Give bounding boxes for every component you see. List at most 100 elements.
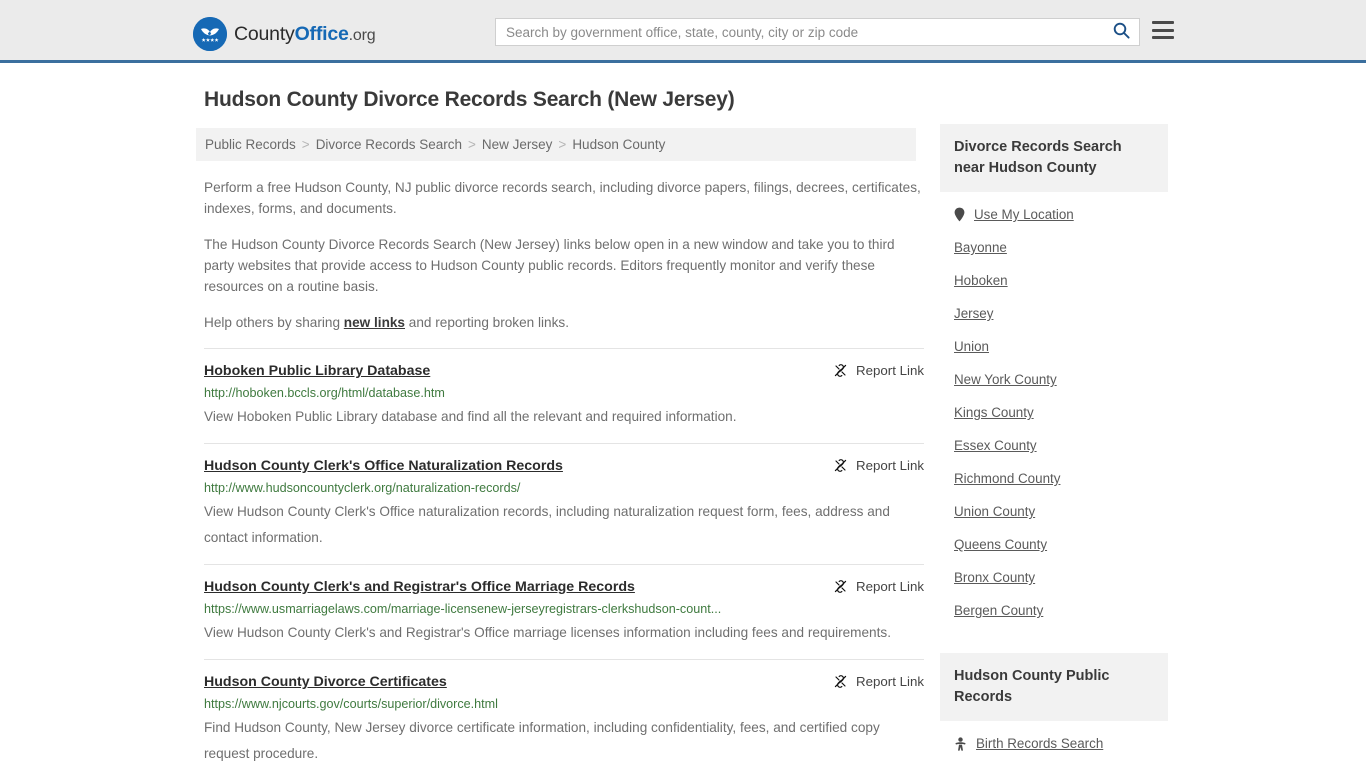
sidebar-item-hoboken[interactable]: Hoboken xyxy=(940,264,1168,297)
intro-p3-before: Help others by sharing xyxy=(204,315,344,330)
breadcrumb: Public Records > Divorce Records Search … xyxy=(196,128,916,161)
intro-section: Perform a free Hudson County, NJ public … xyxy=(204,177,924,333)
results-list: Hoboken Public Library Database Report L… xyxy=(204,348,924,768)
intro-paragraph-1: Perform a free Hudson County, NJ public … xyxy=(204,180,921,216)
sidebar-nearby-heading: Divorce Records Search near Hudson Count… xyxy=(940,124,1168,192)
site-header: CountyOffice.org xyxy=(0,0,1366,63)
sidebar-link[interactable]: Birth Records Search xyxy=(976,736,1103,751)
sidebar-link[interactable]: Bayonne xyxy=(954,240,1007,255)
sidebar-link[interactable]: Union xyxy=(954,339,989,354)
result-header: Hudson County Divorce Certificates Repor… xyxy=(204,673,924,691)
site-logo[interactable]: CountyOffice.org xyxy=(193,17,376,51)
hamburger-bar-2 xyxy=(1152,28,1174,32)
sidebar-link[interactable]: Queens County xyxy=(954,537,1047,552)
site-logo-text: CountyOffice.org xyxy=(234,22,376,46)
report-link-label: Report Link xyxy=(856,363,924,378)
sidebar-item-bayonne[interactable]: Bayonne xyxy=(940,231,1168,264)
hamburger-bar-3 xyxy=(1152,36,1174,39)
brand-part-county: County xyxy=(234,22,295,45)
intro-p3-after: and reporting broken links. xyxy=(405,315,569,330)
sidebar-item-bergen-county[interactable]: Bergen County xyxy=(940,594,1168,627)
result-url: https://www.njcourts.gov/courts/superior… xyxy=(204,697,498,711)
sidebar-link[interactable]: Essex County xyxy=(954,438,1037,453)
result-header: Hudson County Clerk's Office Naturalizat… xyxy=(204,457,924,475)
sidebar-item-new-york-county[interactable]: New York County xyxy=(940,363,1168,396)
sidebar-item-union[interactable]: Union xyxy=(940,330,1168,363)
result-url: http://www.hudsoncountyclerk.org/natural… xyxy=(204,481,521,495)
brand-part-office: Office xyxy=(294,22,349,45)
intro-paragraph-2: The Hudson County Divorce Records Search… xyxy=(204,237,895,294)
report-link-label: Report Link xyxy=(856,674,924,689)
breadcrumb-separator-icon: > xyxy=(301,137,310,152)
sidebar-link[interactable]: Jersey xyxy=(954,306,993,321)
sidebar-link[interactable]: Kings County xyxy=(954,405,1034,420)
report-link-label: Report Link xyxy=(856,458,924,473)
broken-link-icon xyxy=(833,363,848,378)
result-header: Hudson County Clerk's and Registrar's Of… xyxy=(204,578,924,596)
result-item: Hudson County Clerk's and Registrar's Of… xyxy=(204,564,924,659)
search-icon xyxy=(1113,22,1130,42)
result-url: http://hoboken.bccls.org/html/database.h… xyxy=(204,386,445,400)
sidebar-item-bronx-county[interactable]: Bronx County xyxy=(940,561,1168,594)
result-url: https://www.usmarriagelaws.com/marriage-… xyxy=(204,602,722,616)
sidebar-nearby-links: Use My Location Bayonne Hoboken Jersey U… xyxy=(940,192,1168,627)
sidebar-link[interactable]: Hoboken xyxy=(954,273,1008,288)
result-item: Hudson County Clerk's Office Naturalizat… xyxy=(204,443,924,564)
sidebar-item-queens-county[interactable]: Queens County xyxy=(940,528,1168,561)
result-title-link[interactable]: Hudson County Divorce Certificates xyxy=(204,673,819,691)
sidebar-link[interactable]: New York County xyxy=(954,372,1057,387)
breadcrumb-item-divorce-records-search[interactable]: Divorce Records Search xyxy=(316,137,462,152)
search-bar[interactable] xyxy=(495,18,1140,46)
result-description: Find Hudson County, New Jersey divorce c… xyxy=(204,720,880,761)
broken-link-icon xyxy=(833,579,848,594)
result-description: View Hoboken Public Library database and… xyxy=(204,409,737,424)
result-description: View Hudson County Clerk's and Registrar… xyxy=(204,625,891,640)
new-links-link[interactable]: new links xyxy=(344,315,405,330)
hamburger-menu-icon[interactable] xyxy=(1152,21,1174,39)
result-item: Hoboken Public Library Database Report L… xyxy=(204,348,924,443)
report-link-button[interactable]: Report Link xyxy=(833,457,924,473)
baby-icon xyxy=(954,736,967,751)
sidebar-item-use-my-location[interactable]: Use My Location xyxy=(940,198,1168,231)
sidebar-item-jersey[interactable]: Jersey xyxy=(940,297,1168,330)
report-link-button[interactable]: Report Link xyxy=(833,362,924,378)
sidebar-public-records-heading: Hudson County Public Records xyxy=(940,653,1168,721)
sidebar-link[interactable]: Richmond County xyxy=(954,471,1060,486)
breadcrumb-separator-icon: > xyxy=(468,137,476,152)
sidebar-link[interactable]: Union County xyxy=(954,504,1035,519)
report-link-label: Report Link xyxy=(856,579,924,594)
breadcrumb-item-new-jersey[interactable]: New Jersey xyxy=(482,137,553,152)
sidebar-public-records-links: Birth Records Search xyxy=(940,721,1168,760)
search-input[interactable] xyxy=(496,19,1103,45)
report-link-button[interactable]: Report Link xyxy=(833,578,924,594)
intro-paragraph-3: Help others by sharing new links and rep… xyxy=(204,312,924,333)
sidebar: Divorce Records Search near Hudson Count… xyxy=(940,124,1168,760)
broken-link-icon xyxy=(833,458,848,473)
use-my-location-link[interactable]: Use My Location xyxy=(974,207,1074,222)
county-office-emblem-icon xyxy=(193,17,227,51)
sidebar-item-union-county[interactable]: Union County xyxy=(940,495,1168,528)
page-title: Hudson County Divorce Records Search (Ne… xyxy=(204,88,735,111)
report-link-button[interactable]: Report Link xyxy=(833,673,924,689)
hamburger-bar-1 xyxy=(1152,21,1174,24)
sidebar-public-records-block: Hudson County Public Records Birth Recor… xyxy=(940,653,1168,760)
sidebar-item-richmond-county[interactable]: Richmond County xyxy=(940,462,1168,495)
result-title-link[interactable]: Hoboken Public Library Database xyxy=(204,362,819,380)
result-header: Hoboken Public Library Database Report L… xyxy=(204,362,924,380)
sidebar-link[interactable]: Bergen County xyxy=(954,603,1043,618)
sidebar-link[interactable]: Bronx County xyxy=(954,570,1035,585)
result-description: View Hudson County Clerk's Office natura… xyxy=(204,504,890,545)
sidebar-item-essex-county[interactable]: Essex County xyxy=(940,429,1168,462)
result-item: Hudson County Divorce Certificates Repor… xyxy=(204,659,924,768)
brand-part-tld: .org xyxy=(348,26,376,44)
main-content: Hudson County Divorce Records Search (Ne… xyxy=(196,88,924,768)
sidebar-item-birth-records-search[interactable]: Birth Records Search xyxy=(940,727,1168,760)
search-button[interactable] xyxy=(1103,19,1139,45)
map-pin-icon xyxy=(954,207,965,222)
result-title-link[interactable]: Hudson County Clerk's Office Naturalizat… xyxy=(204,457,819,475)
broken-link-icon xyxy=(833,674,848,689)
breadcrumb-item-public-records[interactable]: Public Records xyxy=(205,137,296,152)
breadcrumb-item-hudson-county[interactable]: Hudson County xyxy=(572,137,665,152)
sidebar-item-kings-county[interactable]: Kings County xyxy=(940,396,1168,429)
result-title-link[interactable]: Hudson County Clerk's and Registrar's Of… xyxy=(204,578,819,596)
